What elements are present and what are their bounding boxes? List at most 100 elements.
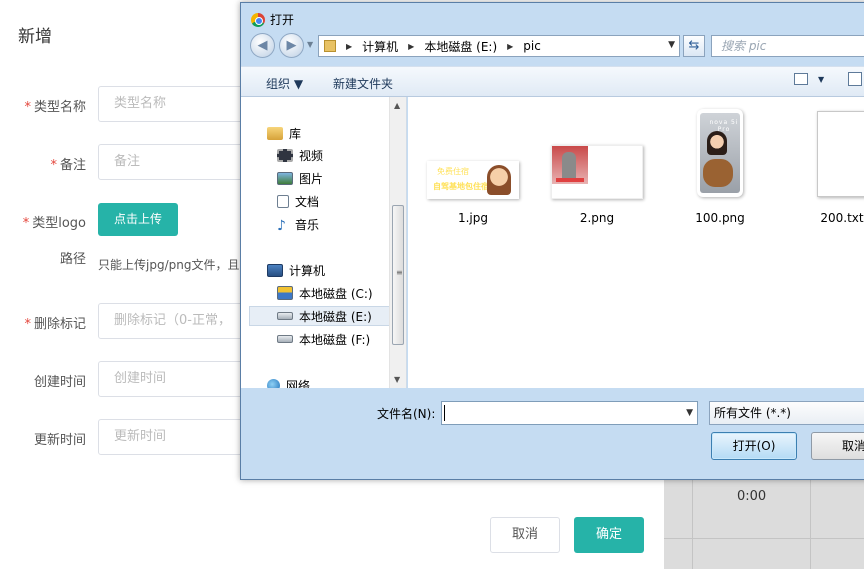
text-file-icon bbox=[817, 111, 864, 197]
file-item[interactable]: 免费住宿 自驾基地包住宿 1.jpg bbox=[418, 105, 528, 225]
thumb-text: nova 5i Pro bbox=[709, 119, 739, 133]
nav-scrollbar[interactable]: ▲ ≡ ▼ bbox=[389, 97, 406, 388]
field-label-delete-flag: * 删除标记 bbox=[0, 313, 86, 332]
field-label-path: 路径 bbox=[0, 248, 86, 267]
field-label-type-name: * 类型名称 bbox=[0, 96, 86, 115]
view-options-icon[interactable] bbox=[794, 73, 808, 85]
thumb-figure bbox=[707, 131, 727, 155]
label-text: 更新时间 bbox=[33, 433, 86, 448]
file-list: 免费住宿 自驾基地包住宿 1.jpg 2.png nova 5i Pro 100… bbox=[408, 97, 864, 388]
library-icon bbox=[267, 126, 283, 140]
search-input[interactable]: 搜索 pic bbox=[711, 35, 864, 57]
file-item[interactable]: 2.png bbox=[542, 105, 652, 225]
form-confirm-button[interactable]: 确定 bbox=[574, 517, 644, 553]
system-drive-icon bbox=[277, 286, 293, 300]
navigation-pane: 库 视频 图片 文档 ♪ 音乐 计算机 本地磁盘 (C:) 本地磁盘 (E:) 本… bbox=[241, 97, 407, 388]
label-text: 创建时间 bbox=[33, 375, 86, 390]
label-text: 路径 bbox=[59, 252, 86, 267]
drive-icon bbox=[277, 312, 293, 320]
file-name: 1.jpg bbox=[457, 211, 489, 225]
scroll-thumb[interactable]: ≡ bbox=[392, 205, 404, 345]
pictures-icon bbox=[277, 171, 293, 185]
image-thumbnail bbox=[551, 145, 643, 199]
nav-item-drive-e[interactable]: 本地磁盘 (E:) bbox=[249, 306, 399, 326]
nav-label: 计算机 bbox=[289, 263, 326, 278]
refresh-icon[interactable]: ⇆ bbox=[683, 35, 705, 57]
breadcrumb-separator-icon[interactable]: ▶ bbox=[408, 42, 414, 51]
organize-label: 组织 bbox=[266, 77, 291, 91]
computer-icon bbox=[267, 263, 283, 277]
create-time-input[interactable]: 创建时间 bbox=[98, 361, 248, 397]
network-globe-icon bbox=[267, 378, 280, 388]
filename-label: 文件名(N): bbox=[377, 407, 436, 421]
label-text: 删除标记 bbox=[33, 317, 86, 332]
nav-label: 网络 bbox=[286, 378, 311, 389]
delete-flag-input[interactable]: 删除标记（0-正常， bbox=[98, 303, 248, 339]
view-chevron-down-icon[interactable]: ▼ bbox=[818, 75, 824, 84]
address-bar[interactable]: ▶ 计算机 ▶ 本地磁盘 (E:) ▶ pic ▼ bbox=[318, 35, 680, 57]
nav-item-video[interactable]: 视频 bbox=[277, 145, 323, 165]
dialog-cancel-button[interactable]: 取消 bbox=[811, 432, 864, 460]
nav-item-network[interactable]: 网络 bbox=[267, 375, 310, 388]
required-mark: * bbox=[24, 317, 31, 332]
nav-item-drive-c[interactable]: 本地磁盘 (C:) bbox=[277, 283, 373, 303]
video-icon bbox=[277, 148, 293, 162]
file-item[interactable]: nova 5i Pro 100.png bbox=[665, 105, 775, 225]
image-thumbnail: 免费住宿 自驾基地包住宿 bbox=[427, 161, 519, 199]
label-text: 类型名称 bbox=[33, 100, 86, 115]
scroll-grip-icon: ≡ bbox=[396, 268, 403, 277]
new-folder-button[interactable]: 新建文件夹 bbox=[333, 75, 393, 92]
update-time-input[interactable]: 更新时间 bbox=[98, 419, 248, 455]
nav-label: 本地磁盘 (C:) bbox=[299, 286, 373, 301]
remark-input[interactable]: 备注 bbox=[98, 144, 248, 180]
field-label-remark: * 备注 bbox=[0, 154, 86, 173]
breadcrumb-pic[interactable]: pic bbox=[523, 39, 541, 53]
file-name: 2.png bbox=[579, 211, 615, 225]
grid-line bbox=[664, 538, 864, 539]
breadcrumb-separator-icon[interactable]: ▶ bbox=[346, 42, 352, 51]
upload-hint: 只能上传jpg/png文件，且不 bbox=[98, 258, 252, 272]
scroll-down-icon[interactable]: ▼ bbox=[394, 375, 400, 384]
scroll-up-icon[interactable]: ▲ bbox=[394, 101, 400, 110]
nav-item-computer[interactable]: 计算机 bbox=[267, 260, 325, 280]
filename-dropdown-icon[interactable]: ▼ bbox=[686, 408, 693, 418]
nav-label: 本地磁盘 (E:) bbox=[299, 309, 372, 324]
breadcrumb-computer[interactable]: 计算机 bbox=[362, 38, 398, 55]
dialog-toolbar: 组织 ▼ 新建文件夹 bbox=[241, 66, 864, 97]
upload-button[interactable]: 点击上传 bbox=[98, 203, 178, 236]
file-item[interactable]: 200.txt bbox=[787, 105, 864, 225]
label-text: 备注 bbox=[59, 158, 86, 173]
breadcrumb-separator-icon[interactable]: ▶ bbox=[507, 42, 513, 51]
nav-label: 本地磁盘 (F:) bbox=[299, 332, 371, 347]
thumb-figure bbox=[487, 165, 511, 195]
filetype-select[interactable]: 所有文件 (*.*) bbox=[709, 401, 864, 425]
thumb-figure bbox=[703, 159, 733, 187]
recent-locations-chevron-icon[interactable]: ▼ bbox=[307, 40, 313, 49]
file-name: 100.png bbox=[695, 211, 745, 225]
nav-item-drive-f[interactable]: 本地磁盘 (F:) bbox=[277, 329, 370, 349]
organize-menu[interactable]: 组织 ▼ bbox=[266, 75, 303, 92]
text-caret bbox=[444, 405, 445, 421]
form-cancel-button[interactable]: 取消 bbox=[490, 517, 560, 553]
forward-arrow-icon[interactable]: ▶ bbox=[279, 33, 304, 58]
address-dropdown-icon[interactable]: ▼ bbox=[668, 40, 675, 50]
nav-label: 音乐 bbox=[295, 217, 320, 232]
thumb-text: 自驾基地包住宿 bbox=[433, 182, 489, 191]
nav-item-documents[interactable]: 文档 bbox=[277, 191, 319, 211]
breadcrumb-drive-e[interactable]: 本地磁盘 (E:) bbox=[424, 38, 497, 55]
nav-label: 图片 bbox=[299, 171, 324, 186]
type-name-input[interactable]: 类型名称 bbox=[98, 86, 248, 122]
back-arrow-icon[interactable]: ◀ bbox=[250, 33, 275, 58]
open-button[interactable]: 打开(O) bbox=[711, 432, 797, 460]
thumb-graphic bbox=[562, 152, 576, 178]
required-mark: * bbox=[22, 216, 30, 231]
nav-item-music[interactable]: ♪ 音乐 bbox=[277, 214, 319, 234]
phone-thumbnail: nova 5i Pro bbox=[697, 109, 743, 197]
background-time-cell: 0:00 bbox=[737, 489, 767, 504]
preview-pane-icon[interactable] bbox=[848, 72, 862, 86]
nav-item-library[interactable]: 库 bbox=[267, 123, 301, 143]
required-mark: * bbox=[24, 100, 31, 115]
nav-item-pictures[interactable]: 图片 bbox=[277, 168, 323, 188]
filename-input[interactable]: ▼ bbox=[441, 401, 698, 425]
dialog-titlebar: 打开 bbox=[251, 11, 294, 28]
